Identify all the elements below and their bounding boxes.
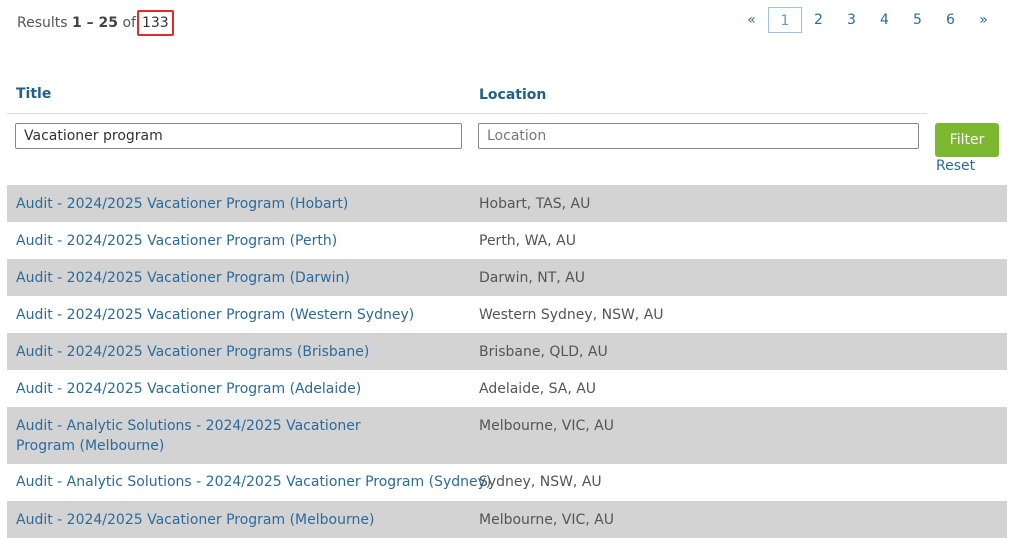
table-row: Audit - 2024/2025 Vacationer Program (Ho… (7, 185, 1007, 222)
job-title-link[interactable]: Audit - 2024/2025 Vacationer Program (Ad… (16, 379, 461, 399)
table-row: Audit - 2024/2025 Vacationer Program (We… (7, 296, 1007, 333)
job-location: Brisbane, QLD, AU (479, 344, 608, 360)
job-location: Melbourne, VIC, AU (479, 512, 615, 528)
job-location: Darwin, NT, AU (479, 270, 585, 286)
pagination-page-4[interactable]: 4 (868, 7, 901, 33)
results-total: 133 (136, 10, 174, 36)
job-location: Sydney, NSW, AU (479, 474, 602, 490)
pagination-prev-link[interactable]: « (735, 7, 768, 33)
table-row: Audit - Analytic Solutions - 2024/2025 V… (7, 407, 1007, 464)
table-row: Audit - Analytic Solutions - 2024/2025 V… (7, 464, 1007, 501)
job-location: Adelaide, SA, AU (479, 381, 597, 397)
pagination-page-1[interactable]: 1 (768, 7, 802, 33)
table-row: Audit - 2024/2025 Vacationer Program (Pe… (7, 222, 1007, 259)
results-prefix: Results (17, 15, 68, 31)
pagination: « 1 2 3 4 5 6 » (735, 7, 1000, 33)
job-title-link[interactable]: Audit - Analytic Solutions - 2024/2025 V… (16, 416, 416, 456)
filter-button[interactable]: Filter (935, 123, 999, 157)
job-location: Western Sydney, NSW, AU (479, 307, 664, 323)
job-title-link[interactable]: Audit - 2024/2025 Vacationer Program (Ho… (16, 194, 461, 214)
table-row: Audit - 2024/2025 Vacationer Program (Da… (7, 259, 1007, 296)
title-filter-input[interactable] (15, 123, 462, 149)
job-location: Perth, WA, AU (479, 233, 576, 249)
job-title-link[interactable]: Audit - 2024/2025 Vacationer Programs (B… (16, 342, 461, 362)
location-filter-input[interactable] (478, 123, 919, 149)
table-row: Audit - 2024/2025 Vacationer Programs (B… (7, 333, 1007, 370)
table-row: Audit - 2024/2025 Vacationer Program (Me… (7, 501, 1007, 538)
title-column-header[interactable]: Title (16, 86, 51, 102)
location-column-header[interactable]: Location (479, 87, 546, 103)
pagination-page-2[interactable]: 2 (802, 7, 835, 33)
job-location: Hobart, TAS, AU (479, 196, 591, 212)
results-summary: Results 1 – 25 of 133 (17, 10, 174, 36)
header-divider (7, 113, 927, 114)
job-title-link[interactable]: Audit - 2024/2025 Vacationer Program (We… (16, 305, 461, 325)
table-row: Audit - 2024/2025 Vacationer Program (Ad… (7, 370, 1007, 407)
job-title-link[interactable]: Audit - 2024/2025 Vacationer Program (Me… (16, 510, 461, 530)
pagination-page-3[interactable]: 3 (835, 7, 868, 33)
pagination-page-6[interactable]: 6 (934, 7, 967, 33)
job-search-results: Results 1 – 25 of 133 « 1 2 3 4 5 6 » Tit… (0, 0, 1018, 540)
pagination-page-5[interactable]: 5 (901, 7, 934, 33)
results-range: 1 – 25 (72, 15, 118, 31)
job-location: Melbourne, VIC, AU (479, 418, 615, 434)
reset-link[interactable]: Reset (936, 158, 975, 174)
job-title-link[interactable]: Audit - 2024/2025 Vacationer Program (Da… (16, 268, 461, 288)
job-title-link[interactable]: Audit - Analytic Solutions - 2024/2025 V… (16, 472, 491, 492)
results-table: Audit - 2024/2025 Vacationer Program (Ho… (7, 185, 1007, 538)
pagination-next-link[interactable]: » (967, 7, 1000, 33)
results-of-label: of (122, 15, 136, 31)
job-title-link[interactable]: Audit - 2024/2025 Vacationer Program (Pe… (16, 231, 461, 251)
